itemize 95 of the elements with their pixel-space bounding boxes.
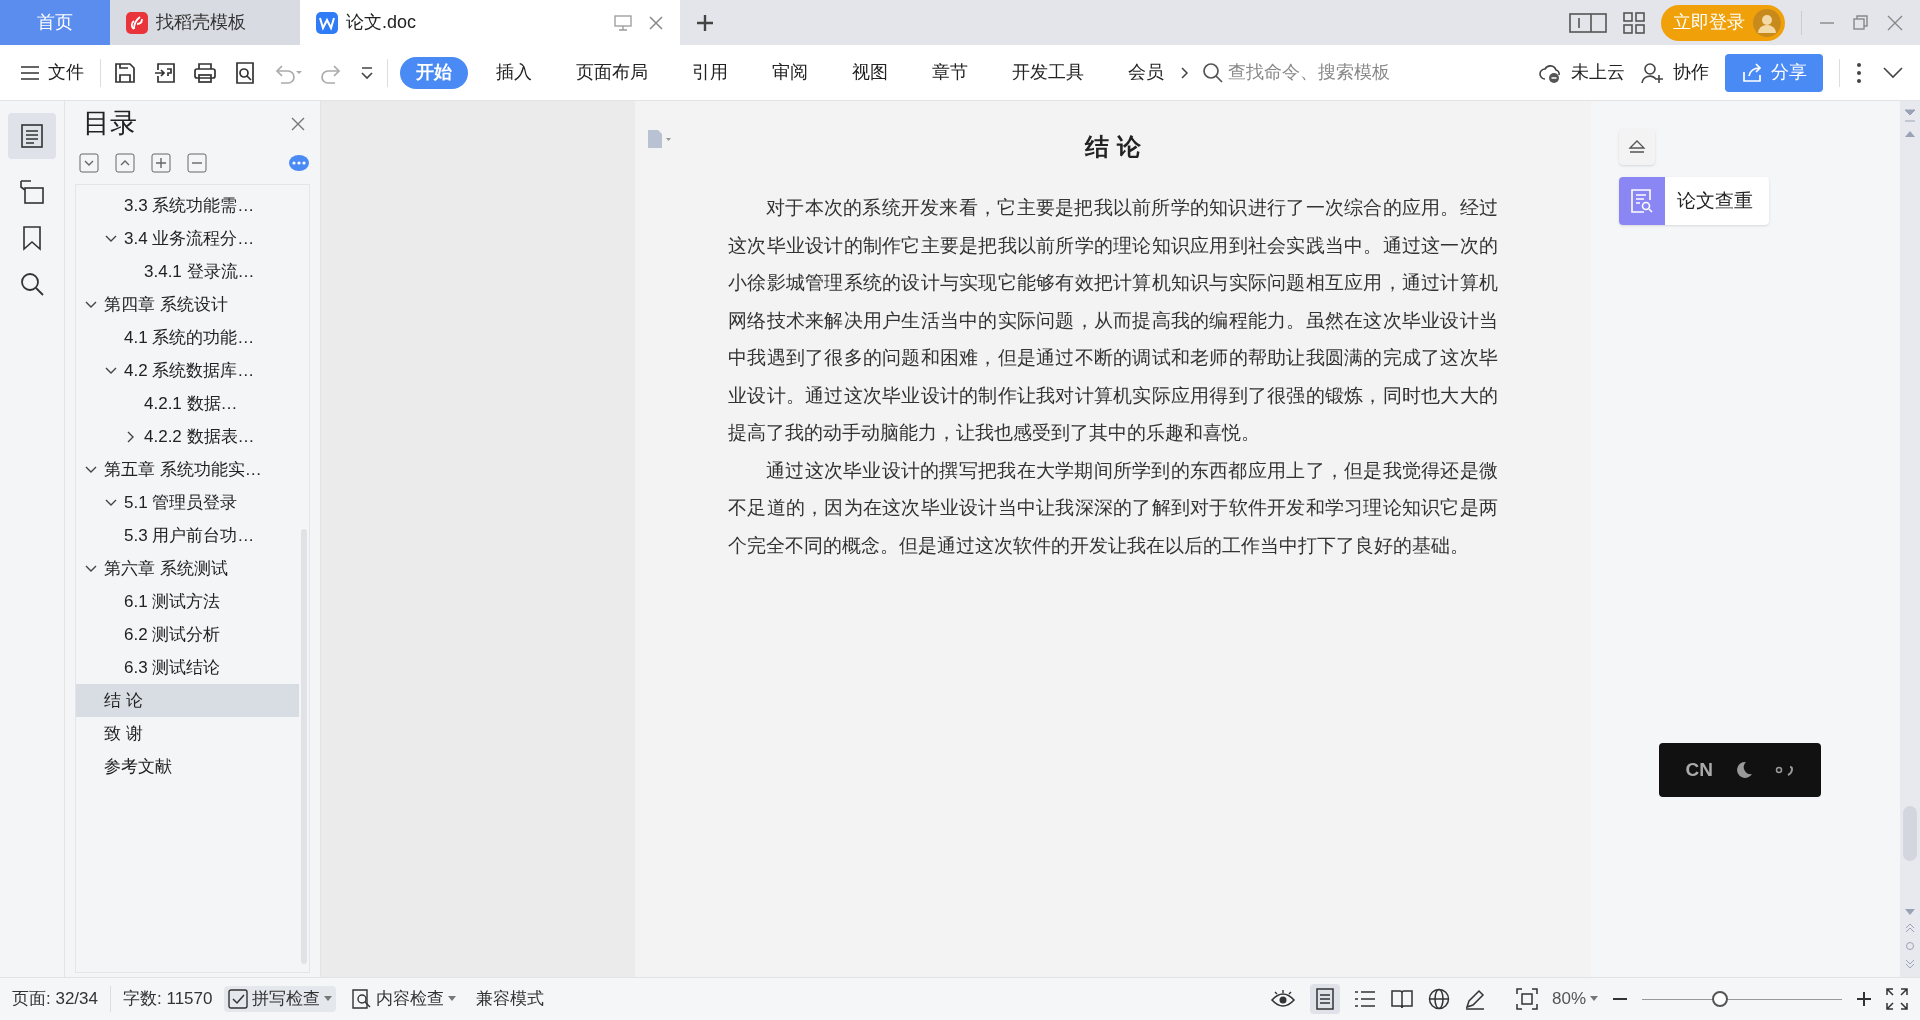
menu-icon xyxy=(20,64,40,81)
fullscreen-icon[interactable] xyxy=(1886,988,1908,1010)
file-menu[interactable]: 文件 xyxy=(20,59,100,86)
toc-item[interactable]: 5.1 管理员登录 xyxy=(76,486,299,519)
plus-icon[interactable] xyxy=(151,153,171,173)
toc-item[interactable]: 6.3 测试结论 xyxy=(76,651,299,684)
ribbon-tab[interactable]: 插入 xyxy=(480,56,548,89)
print-icon[interactable] xyxy=(193,60,217,85)
close-icon[interactable] xyxy=(1886,13,1904,32)
search-icon xyxy=(1202,61,1224,84)
close-icon[interactable] xyxy=(648,14,664,31)
fit-page-icon[interactable] xyxy=(1515,988,1538,1010)
avatar-icon xyxy=(1753,8,1781,37)
toc-item[interactable]: 4.2 系统数据库… xyxy=(76,354,299,387)
toc-item[interactable]: 第六章 系统测试 xyxy=(76,552,299,585)
spell-check-button[interactable]: 拼写检查 xyxy=(224,986,337,1012)
tab[interactable]: 找稻壳模板 xyxy=(110,0,300,45)
export-icon[interactable] xyxy=(153,60,177,85)
toc-item[interactable]: 致 谢 xyxy=(76,717,299,750)
zoom-level-dropdown[interactable]: 80% xyxy=(1551,986,1598,1012)
grid-icon[interactable] xyxy=(1623,11,1645,34)
book-icon[interactable] xyxy=(1389,989,1414,1009)
document-heading: 结 论 xyxy=(1084,131,1142,163)
punctuation-icon[interactable] xyxy=(1774,763,1795,777)
collaborate-button[interactable]: 协作 xyxy=(1641,59,1709,86)
layout-icon[interactable] xyxy=(1569,11,1607,34)
collapse-all-icon[interactable] xyxy=(115,153,135,173)
print-preview-icon[interactable] xyxy=(233,60,257,85)
ribbon-tab[interactable]: 页面布局 xyxy=(560,56,664,89)
ribbon-tab[interactable]: 审阅 xyxy=(756,56,824,89)
toc-item[interactable]: 4.2.2 数据表… xyxy=(76,420,299,453)
page-count[interactable]: 页面: 32/34 xyxy=(12,986,110,1012)
tab[interactable]: 论文.doc xyxy=(300,0,680,45)
toc-item[interactable]: 3.3 系统功能需… xyxy=(76,189,299,222)
toc-item[interactable]: 4.2.1 数据… xyxy=(76,387,299,420)
zoom-slider[interactable] xyxy=(1642,989,1842,1009)
toc-item[interactable]: 6.1 测试方法 xyxy=(76,585,299,618)
panel-title: 目录 xyxy=(83,107,137,141)
outline-view-icon[interactable] xyxy=(1353,989,1376,1009)
more-icon[interactable] xyxy=(1856,61,1862,84)
eye-icon[interactable] xyxy=(1269,989,1296,1009)
checkbox-icon xyxy=(228,989,249,1009)
ribbon-tab[interactable]: 章节 xyxy=(916,56,984,89)
minus-icon[interactable] xyxy=(187,153,207,173)
ribbon-tab[interactable]: 引用 xyxy=(676,56,744,89)
toc-item[interactable]: 3.4.1 登录流… xyxy=(76,255,299,288)
leaf-logo-icon xyxy=(126,11,148,34)
dropdown-icon[interactable] xyxy=(359,64,375,81)
cloud-status-button[interactable]: 未上云 xyxy=(1539,59,1625,86)
page-view-icon xyxy=(1315,988,1334,1010)
caret-icon xyxy=(1590,996,1598,1002)
add-person-icon xyxy=(1641,61,1665,84)
toc-item[interactable]: 3.4 业务流程分… xyxy=(76,222,299,255)
document-list-icon xyxy=(21,124,43,148)
content-check-button[interactable]: 内容检查 xyxy=(344,986,465,1012)
bookmark-icon[interactable] xyxy=(22,225,42,251)
caret-icon xyxy=(324,996,333,1002)
ribbon-tab[interactable]: 会员 xyxy=(1112,56,1180,89)
toc-item[interactable]: 结 论 xyxy=(76,684,299,717)
page-view-button[interactable] xyxy=(1309,984,1340,1014)
expand-all-icon[interactable] xyxy=(79,153,99,173)
slider-thumb[interactable] xyxy=(1712,991,1728,1007)
search-icon[interactable] xyxy=(19,271,45,297)
share-icon xyxy=(1741,62,1763,83)
document-search-icon xyxy=(1630,188,1654,214)
eject-icon xyxy=(1628,139,1646,155)
toc-item[interactable]: 第四章 系统设计 xyxy=(76,288,299,321)
search-field[interactable]: 查找命令、搜索模板 xyxy=(1202,59,1442,86)
close-icon[interactable] xyxy=(290,115,306,132)
toc-item[interactable]: 参考文献 xyxy=(76,750,299,783)
toc-item[interactable]: 6.2 测试分析 xyxy=(76,618,299,651)
restore-icon[interactable] xyxy=(1852,13,1870,32)
toc-item[interactable]: 第五章 系统功能实… xyxy=(76,453,299,486)
zoom-in-icon[interactable] xyxy=(1856,991,1872,1007)
caret-icon xyxy=(448,996,457,1002)
document-search-icon xyxy=(352,989,373,1009)
chevron-right-icon[interactable] xyxy=(1180,65,1190,80)
collapse-panel-button[interactable] xyxy=(1619,129,1655,165)
input-mode-label[interactable]: CN xyxy=(1685,755,1713,785)
compatibility-mode-label: 兼容模式 xyxy=(476,988,545,1011)
save-icon[interactable] xyxy=(113,60,137,85)
toc-item[interactable]: 4.1 系统的功能… xyxy=(76,321,299,354)
ribbon-tab[interactable]: 开发工具 xyxy=(996,56,1100,89)
ribbon-tab[interactable]: 视图 xyxy=(836,56,904,89)
toc-item[interactable]: 5.3 用户前台功… xyxy=(76,519,299,552)
toc-panel-button[interactable] xyxy=(8,113,56,159)
collapse-ribbon-icon[interactable] xyxy=(1882,65,1904,80)
paragraph: 对于本次的系统开发来看，它主要是把我以前所学的知识进行了一次综合的应用。经过这次毕业设计的制作它主要是把我以前所学的理论知识应用到社会实践当中。通过这一次的小徐影城管理系统的设计与实现它能够有效把计算机知识与实际问题相互应用，通过计算机网络技术来解决用户生活当中的实际问题，从而提高我的编程能力。虽然在这次毕业设计当中我遇到了很多的问题和困难，但是通过不断的调试和老师的帮助让我圆满的完成了这次毕业设计。通过这次毕业设计的制作让我对计算机实际应用得到了很强的锻炼，同时也大大的提高了我的动手动脑能力，让我也感受到了其中的乐趣和喜悦。 xyxy=(728,195,1498,445)
globe-icon[interactable] xyxy=(1427,988,1450,1010)
pen-icon[interactable] xyxy=(1463,988,1486,1010)
paper-check-button[interactable]: 论文查重 xyxy=(1619,177,1769,225)
document-logo-icon xyxy=(316,11,338,34)
plus-icon xyxy=(695,12,715,33)
paragraph: 通过这次毕业设计的撰写把我在大学期间所学到的东西都应用上了，但是我觉得还是微不足道的，因为在这次毕业设计当中让我深深的了解到对于软件开发和学习理论知识它是两个完全不同的概念。但是通过这次软件的开发让我在以后的工作当中打下了良好的基础。 xyxy=(728,457,1498,558)
navigation-icon[interactable] xyxy=(19,179,45,205)
